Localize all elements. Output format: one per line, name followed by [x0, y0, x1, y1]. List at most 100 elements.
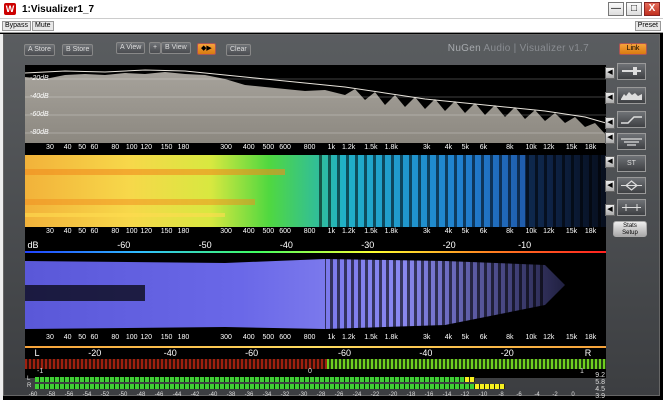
meter-scale-tick: -36 — [244, 392, 254, 398]
freq-tick: 500 — [262, 144, 275, 151]
stereo-view-toggle[interactable]: ST — [617, 155, 646, 172]
freq-tick: 8k — [506, 334, 514, 341]
collapse-arrow-3[interactable]: ◀ — [605, 117, 615, 129]
db-scale-value: -50 — [198, 240, 212, 250]
b-store-button[interactable]: B Store — [62, 44, 94, 56]
meter-scale-tick: -14 — [442, 392, 452, 398]
freq-tick: 6k — [479, 334, 488, 341]
db-label-20: -20dB — [30, 75, 49, 82]
meter-view-toggle[interactable] — [617, 199, 646, 216]
collapse-arrow-5[interactable]: ◀ — [605, 156, 615, 168]
meter-left-rms — [35, 377, 475, 382]
freq-tick: 3k — [423, 334, 431, 341]
maximize-button[interactable]: □ — [626, 2, 642, 16]
meter-scale-tick: -4 — [534, 392, 540, 398]
freq-tick: 10k — [525, 228, 537, 235]
freq-tick: 8k — [506, 144, 514, 151]
meter-scale-tick: -20 — [388, 392, 398, 398]
meter-scale-tick: -52 — [100, 392, 110, 398]
db-label-80: -80dB — [30, 129, 49, 136]
collapse-arrow-2[interactable]: ◀ — [605, 92, 615, 104]
meter-scale-tick: -10 — [478, 392, 488, 398]
filter-curve-icon — [621, 116, 642, 124]
meter-scale-tick: -34 — [262, 392, 272, 398]
freq-tick: 50 — [78, 334, 87, 341]
visualizer-display: -20dB -40dB -60dB -80dB 30 40 50 60 80 100 120… — [25, 65, 606, 378]
meter-scale-tick: -12 — [460, 392, 470, 398]
lr-scale-value: -20 — [88, 348, 102, 358]
meter-scale-tick: -42 — [190, 392, 200, 398]
clear-button[interactable]: Clear — [226, 44, 251, 56]
a-view-button[interactable]: A View — [116, 42, 146, 54]
collapse-arrow-1[interactable]: ◀ — [605, 67, 615, 79]
swap-view-button[interactable]: ◆▶ — [197, 43, 216, 55]
freq-tick: 800 — [303, 334, 316, 341]
spectrogram-view-toggle[interactable] — [617, 87, 646, 104]
correlation-max: 1 — [580, 368, 584, 375]
freq-tick: 1k — [327, 334, 336, 341]
freq-tick: 18k — [584, 334, 597, 341]
link-button[interactable]: Link — [619, 43, 647, 55]
freq-tick: 400 — [242, 334, 255, 341]
collapse-arrow-6[interactable]: ◀ — [605, 180, 615, 192]
meter-scale-tick: -60 — [28, 392, 38, 398]
brand-name: Audio | Visualizer v1.7 — [480, 43, 589, 54]
freq-tick: 50 — [78, 144, 87, 151]
scope-view-toggle[interactable] — [617, 177, 646, 194]
brand-title: NuGen Audio | Visualizer v1.7 — [448, 43, 589, 54]
correlation-meter — [25, 359, 606, 369]
lr-label-left: L — [34, 348, 40, 358]
band-view-toggle[interactable] — [617, 133, 646, 150]
window-titlebar: W 1:Visualizer1_7 — □ X — [0, 0, 663, 19]
window-title: 1:Visualizer1_7 — [22, 3, 95, 15]
freq-tick: 300 — [220, 334, 232, 341]
freq-tick: 500 — [262, 334, 275, 341]
collapse-arrow-4[interactable]: ◀ — [605, 132, 615, 144]
db-label-40: -40dB — [30, 93, 49, 100]
meter-scale-tick: -38 — [226, 392, 236, 398]
spectrum-icon — [621, 92, 642, 100]
meter-scale-tick: -30 — [298, 392, 308, 398]
meter-scale-tick: -40 — [208, 392, 218, 398]
lr-scale-value: -60 — [338, 348, 352, 358]
freq-tick: 40 — [63, 228, 72, 235]
freq-tick: 600 — [279, 228, 291, 235]
freq-tick: 6k — [479, 228, 488, 235]
freq-tick: 10k — [525, 334, 537, 341]
collapse-arrow-7[interactable]: ◀ — [605, 204, 615, 216]
peak-readouts: 9.2 5.8 4.5 3.9 — [585, 372, 605, 400]
mute-button[interactable]: Mute — [32, 21, 54, 31]
close-button[interactable]: X — [644, 2, 660, 16]
peak-value-1: 9.2 — [595, 372, 605, 379]
freq-tick: 400 — [242, 144, 255, 151]
stats-label: Stats — [623, 223, 637, 229]
lr-scale-value: -40 — [419, 348, 433, 358]
add-view-button[interactable]: + — [149, 42, 162, 54]
freq-tick: 1.2k — [342, 334, 356, 341]
freq-tick: 8k — [506, 228, 514, 235]
band-icon — [621, 138, 642, 146]
freq-tick: 1.8k — [384, 228, 398, 235]
minimize-button[interactable]: — — [608, 2, 624, 16]
filter-view-toggle[interactable] — [617, 111, 646, 128]
a-store-button[interactable]: A Store — [24, 44, 55, 56]
freq-tick: 12k — [543, 334, 555, 341]
db-scale-unit: dB — [27, 240, 39, 250]
meter-scale-tick: -58 — [46, 392, 56, 398]
meter-right-rms — [35, 384, 505, 389]
brand-nugen: NuGen — [447, 43, 481, 54]
preset-button[interactable]: Preset — [634, 21, 661, 31]
freq-tick: 120 — [140, 228, 153, 235]
b-view-button[interactable]: B View — [161, 42, 191, 54]
freq-tick: 15k — [565, 228, 578, 235]
freq-tick: 60 — [90, 334, 99, 341]
spectrum-analyzer — [25, 65, 606, 143]
freq-tick: 120 — [140, 144, 153, 151]
stats-setup-button[interactable]: Stats Setup — [613, 221, 647, 237]
meter-scale-tick: -16 — [424, 392, 434, 398]
meter-label-left: L — [27, 376, 31, 382]
bypass-button[interactable]: Bypass — [2, 21, 31, 31]
freq-tick: 300 — [220, 144, 232, 151]
spectrum-view-toggle[interactable] — [617, 63, 646, 80]
slider-icon — [622, 67, 641, 75]
